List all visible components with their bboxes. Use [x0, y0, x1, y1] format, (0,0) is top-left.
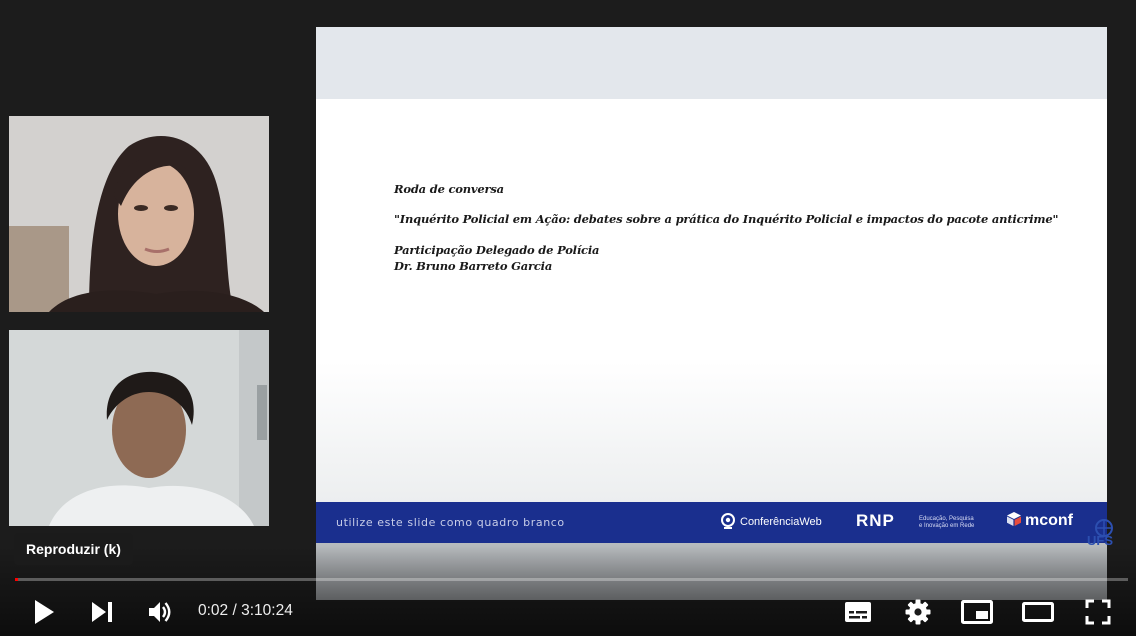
duration: 3:10:24 — [241, 602, 293, 619]
subtitles-button[interactable] — [838, 592, 878, 632]
gear-icon — [905, 599, 931, 625]
progress-bar[interactable] — [15, 578, 1128, 581]
miniplayer-icon — [961, 600, 993, 624]
slide-line-4: Dr. Bruno Barreto Garcia — [394, 259, 553, 273]
fullscreen-button[interactable] — [1078, 592, 1118, 632]
slide-footer-text: utilize este slide como quadro branco — [336, 516, 565, 529]
slide-header-band — [316, 27, 1107, 99]
slide-line-1: Roda de conversa — [394, 182, 504, 196]
next-icon — [92, 602, 112, 622]
slide-line-2: "Inquérito Policial em Ação: debates sob… — [394, 212, 1059, 226]
rnp-logo: RNP — [856, 511, 895, 530]
time-separator: / — [228, 602, 242, 619]
mconf-logo-text: mconf — [1025, 512, 1073, 529]
play-tooltip: Reproduzir (k) — [14, 533, 133, 565]
play-button[interactable] — [24, 592, 64, 632]
rnp-logo-subtitle: Educação, Pesquisa e Inovação em Rede — [919, 516, 974, 530]
settings-button[interactable] — [898, 592, 938, 632]
slide-line-3: Participação Delegado de Polícia — [394, 243, 600, 257]
mconf-logo: mconf — [1006, 511, 1073, 530]
presentation-slide: Roda de conversa "Inquérito Policial em … — [316, 27, 1107, 600]
conferenciaweb-logo: ConferênciaWeb — [720, 513, 822, 529]
volume-icon — [149, 602, 171, 622]
miniplayer-button[interactable] — [957, 592, 997, 632]
theater-icon — [1022, 602, 1054, 622]
play-icon — [35, 600, 54, 624]
progress-played — [15, 578, 18, 581]
webcam-1-image — [9, 116, 269, 312]
video-frame[interactable]: Roda de conversa "Inquérito Policial em … — [0, 0, 1136, 636]
subtitles-icon — [845, 602, 871, 622]
webcam-2-image — [9, 330, 269, 526]
cube-logo-icon — [1007, 512, 1021, 526]
video-player[interactable]: Roda de conversa "Inquérito Policial em … — [0, 0, 1136, 636]
slide-body — [316, 99, 1107, 503]
conferenciaweb-logo-text: ConferênciaWeb — [740, 516, 822, 528]
slide-footer-bar: utilize este slide como quadro branco Co… — [316, 502, 1107, 543]
rnp-subtitle-line-1: Educação, Pesquisa — [919, 516, 974, 522]
time-display: 0:02 / 3:10:24 — [198, 601, 293, 621]
webcam-participant-2 — [9, 330, 269, 526]
webcam-logo-icon — [721, 513, 735, 529]
next-button[interactable] — [82, 592, 122, 632]
volume-button[interactable] — [140, 592, 182, 632]
theater-mode-button[interactable] — [1017, 592, 1059, 632]
fullscreen-icon — [1085, 599, 1111, 625]
rnp-subtitle-line-2: e Inovação em Rede — [919, 523, 975, 529]
webcam-participant-1 — [9, 116, 269, 312]
current-time: 0:02 — [198, 602, 229, 619]
